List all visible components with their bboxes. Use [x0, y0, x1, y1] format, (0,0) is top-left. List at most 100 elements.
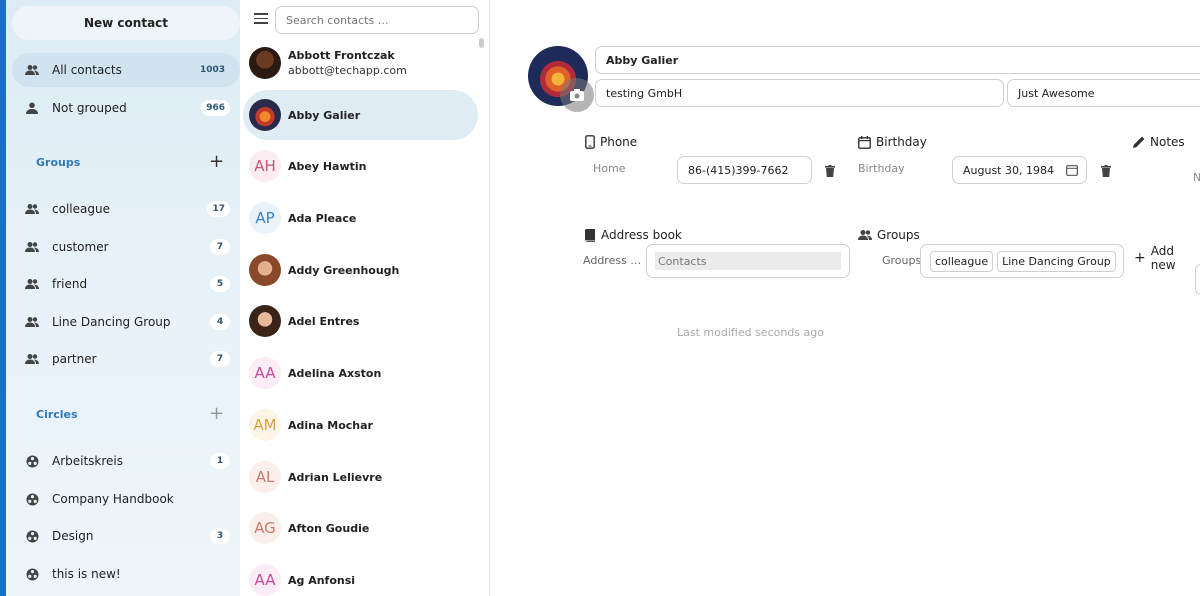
- people-icon: [12, 241, 52, 253]
- addressbook-select[interactable]: Contacts: [646, 244, 850, 278]
- organization-field[interactable]: testing GmbH: [595, 79, 1004, 107]
- add-new-select[interactable]: [1195, 264, 1200, 295]
- camera-icon: [570, 86, 584, 105]
- count-badge: 4: [210, 314, 230, 330]
- delete-phone-icon[interactable]: [825, 162, 835, 181]
- contact-row[interactable]: AA Adelina Axston: [243, 348, 478, 398]
- groups-title: Groups: [877, 228, 920, 242]
- nav-circle-this-is-new[interactable]: this is new!: [12, 557, 240, 591]
- groups-select[interactable]: colleague Line Dancing Group: [920, 244, 1124, 278]
- calendar-icon[interactable]: [1066, 164, 1078, 179]
- add-circle-icon[interactable]: +: [209, 405, 224, 423]
- group-tag[interactable]: colleague: [930, 250, 994, 272]
- nav-group-line-dancing[interactable]: Line Dancing Group 4: [12, 305, 240, 339]
- contact-name: Ag Anfonsi: [288, 573, 356, 587]
- last-modified-text: Last modified seconds ago: [677, 326, 824, 339]
- nav-label: this is new!: [52, 567, 121, 581]
- contact-name: Afton Goudie: [288, 521, 370, 535]
- change-photo-button[interactable]: [560, 78, 594, 112]
- nav-group-friend[interactable]: friend 5: [12, 267, 240, 301]
- nav-label: Arbeitskreis: [52, 454, 124, 468]
- groups-section-header: Groups: [858, 228, 920, 242]
- circle-icon: [12, 455, 52, 468]
- search-input[interactable]: [275, 6, 479, 34]
- name-field[interactable]: Abby Galier: [595, 46, 1200, 74]
- nav-label: partner: [52, 352, 97, 366]
- nav-circle-arbeitskreis[interactable]: Arbeitskreis 1: [12, 444, 240, 478]
- notes-title: Notes: [1150, 135, 1185, 149]
- contact-row[interactable]: Addy Greenhough: [243, 245, 478, 295]
- contact-row[interactable]: Abbott Frontczak abbott@techapp.com: [243, 38, 478, 88]
- count-badge: 1003: [199, 65, 225, 75]
- nav-label: Design: [52, 529, 94, 543]
- phone-label: Home: [593, 162, 626, 175]
- nav-label: friend: [52, 277, 88, 291]
- contact-detail: Abby Galier testing GmbH Just Awesome Ph…: [490, 0, 1200, 596]
- contact-row[interactable]: AL Adrian Lelievre: [243, 452, 478, 502]
- add-new-field-button[interactable]: + Add new: [1134, 244, 1200, 272]
- contact-name: Abey Hawtin: [288, 159, 367, 173]
- phone-field[interactable]: 86-(415)399-7662: [677, 156, 812, 184]
- count-badge: 5: [210, 276, 230, 292]
- nav-circle-design[interactable]: Design 3: [12, 519, 240, 553]
- nav-group-partner[interactable]: partner 7: [12, 342, 240, 376]
- birthday-label: Birthday: [858, 162, 905, 175]
- title-field[interactable]: Just Awesome: [1007, 79, 1200, 107]
- count-badge: 17: [207, 201, 230, 217]
- nav-not-grouped[interactable]: Not grouped 966: [12, 91, 240, 125]
- avatar: AH: [249, 150, 281, 182]
- count-badge: 7: [210, 351, 230, 367]
- contact-name: Abbott Frontczak: [288, 49, 395, 62]
- circle-icon: [12, 493, 52, 506]
- notes-section-header: Notes: [1133, 135, 1185, 149]
- delete-birthday-icon[interactable]: [1101, 162, 1111, 181]
- phone-section-header: Phone: [585, 135, 637, 149]
- phone-title: Phone: [600, 135, 638, 149]
- circle-icon: [12, 568, 52, 581]
- contact-name: Abby Galier: [288, 108, 361, 122]
- nav-label: Company Handbook: [52, 492, 174, 506]
- contact-email: abbott@techapp.com: [288, 64, 407, 77]
- addressbook-value: Contacts: [655, 252, 841, 270]
- birthday-section-header: Birthday: [858, 135, 927, 149]
- contact-name: Adelina Axston: [288, 366, 382, 380]
- contact-row[interactable]: AH Abey Hawtin: [243, 141, 478, 191]
- contact-row[interactable]: AM Adina Mochar: [243, 400, 478, 450]
- contact-name: Adrian Lelievre: [288, 470, 383, 484]
- birthday-field[interactable]: August 30, 1984: [952, 156, 1087, 184]
- circles-section-title: Circles: [36, 408, 78, 421]
- scrollbar[interactable]: [479, 38, 484, 48]
- group-tag[interactable]: Line Dancing Group: [997, 250, 1116, 272]
- contact-row-selected[interactable]: Abby Galier: [243, 90, 478, 140]
- avatar: AA: [249, 564, 281, 596]
- people-icon: [12, 203, 52, 215]
- contact-row[interactable]: Adel Entres: [243, 296, 478, 346]
- book-icon: [584, 228, 596, 242]
- new-contact-button[interactable]: New contact: [12, 6, 240, 40]
- avatar: AA: [249, 357, 281, 389]
- menu-icon[interactable]: [254, 13, 268, 25]
- count-badge: 3: [210, 528, 230, 544]
- person-icon: [12, 102, 52, 114]
- people-icon: [12, 316, 52, 328]
- nav-label: Not grouped: [52, 101, 127, 115]
- nav-group-colleague[interactable]: colleague 17: [12, 192, 240, 226]
- add-group-icon[interactable]: +: [209, 153, 224, 171]
- add-new-label: Add new: [1150, 244, 1176, 272]
- avatar: AG: [249, 512, 281, 544]
- contact-name: Addy Greenhough: [288, 263, 400, 277]
- contact-name: Adel Entres: [288, 314, 360, 328]
- contact-row[interactable]: AA Ag Anfonsi: [243, 555, 478, 596]
- avatar: [249, 99, 281, 131]
- navigation-sidebar: New contact All contacts 1003 Not groupe…: [0, 0, 240, 596]
- nav-all-contacts[interactable]: All contacts 1003: [12, 53, 240, 87]
- nav-group-customer[interactable]: customer 7: [12, 230, 240, 264]
- nav-label: All contacts: [52, 63, 122, 77]
- contact-row[interactable]: AP Ada Pleace: [243, 193, 478, 243]
- circle-icon: [12, 530, 52, 543]
- people-icon: [12, 353, 52, 365]
- birthday-title: Birthday: [876, 135, 927, 149]
- nav-circle-company-handbook[interactable]: Company Handbook: [12, 482, 240, 516]
- contact-row[interactable]: AG Afton Goudie: [243, 503, 478, 553]
- addressbook-section-header: Address book: [584, 228, 682, 242]
